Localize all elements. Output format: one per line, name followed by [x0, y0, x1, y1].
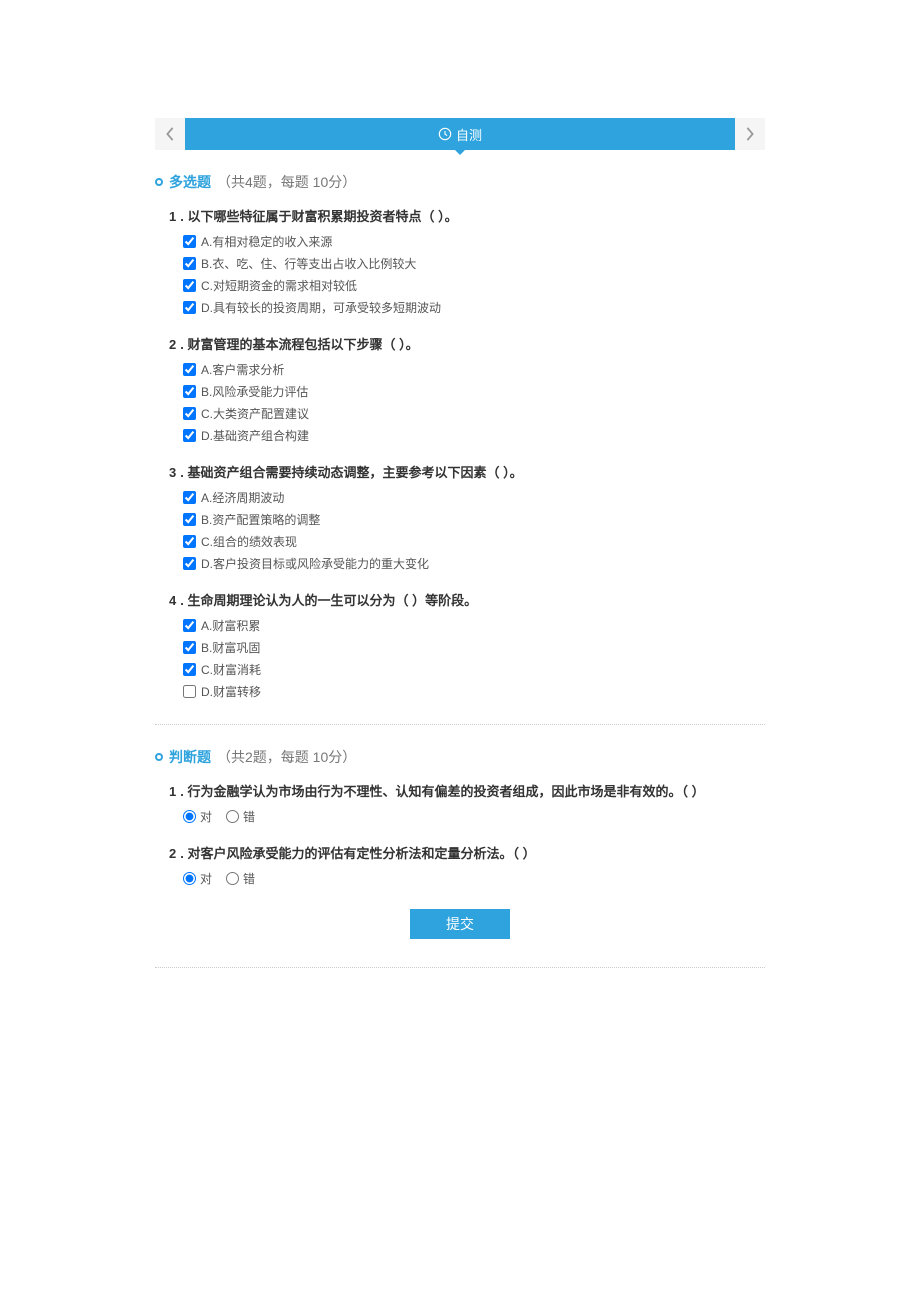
option-label: B.衣、吃、住、行等支出占收入比例较大 — [201, 255, 416, 272]
option-checkbox[interactable] — [183, 685, 196, 698]
option-checkbox[interactable] — [183, 301, 196, 314]
next-button[interactable] — [735, 118, 765, 150]
header-title: 自测 — [456, 125, 482, 144]
option-checkbox[interactable] — [183, 619, 196, 632]
option-label: C.财富消耗 — [201, 661, 261, 678]
option-checkbox[interactable] — [183, 491, 196, 504]
option-checkbox[interactable] — [183, 557, 196, 570]
question-block: 4. 生命周期理论认为人的一生可以分为（ ）等阶段。 A.财富积累 B.财富巩固… — [169, 590, 765, 700]
checkbox-option: C.对短期资金的需求相对较低 — [183, 277, 765, 294]
question-title: 2. 财富管理的基本流程包括以下步骤（ ）。 — [169, 334, 765, 353]
radio-label: 对 — [200, 870, 212, 887]
radio-label: 对 — [200, 808, 212, 825]
option-label: B.风险承受能力评估 — [201, 383, 308, 400]
question-block: 2. 对客户风险承受能力的评估有定性分析法和定量分析法。（ ） 对 错 — [169, 843, 765, 887]
option-checkbox[interactable] — [183, 257, 196, 270]
footer-divider — [155, 967, 765, 968]
checkbox-option: B.财富巩固 — [183, 639, 765, 656]
option-label: A.财富积累 — [201, 617, 260, 634]
section-divider — [155, 724, 765, 725]
checkbox-option: D.财富转移 — [183, 683, 765, 700]
option-checkbox[interactable] — [183, 429, 196, 442]
checkbox-option: A.财富积累 — [183, 617, 765, 634]
prev-button[interactable] — [155, 118, 185, 150]
section-sub: （共2题，每题 10分） — [217, 747, 356, 767]
checkbox-option: A.客户需求分析 — [183, 361, 765, 378]
radio-option-false: 错 — [226, 808, 255, 825]
option-label: D.财富转移 — [201, 683, 261, 700]
checkbox-option: B.风险承受能力评估 — [183, 383, 765, 400]
checkbox-option: C.大类资产配置建议 — [183, 405, 765, 422]
option-label: C.对短期资金的需求相对较低 — [201, 277, 357, 294]
radio-label: 错 — [243, 870, 255, 887]
checkbox-option: A.经济周期波动 — [183, 489, 765, 506]
radio-true[interactable] — [183, 810, 196, 823]
checkbox-option: D.具有较长的投资周期，可承受较多短期波动 — [183, 299, 765, 316]
option-checkbox[interactable] — [183, 641, 196, 654]
chevron-left-icon — [164, 127, 176, 141]
option-label: C.组合的绩效表现 — [201, 533, 297, 550]
option-label: B.资产配置策略的调整 — [201, 511, 320, 528]
checkbox-option: C.财富消耗 — [183, 661, 765, 678]
question-title: 1. 行为金融学认为市场由行为不理性、认知有偏差的投资者组成，因此市场是非有效的… — [169, 781, 765, 800]
option-checkbox[interactable] — [183, 279, 196, 292]
option-checkbox[interactable] — [183, 407, 196, 420]
radio-option-true: 对 — [183, 870, 212, 887]
section-name: 判断题 — [169, 747, 211, 767]
checkbox-option: C.组合的绩效表现 — [183, 533, 765, 550]
checkbox-option: A.有相对稳定的收入来源 — [183, 233, 765, 250]
option-checkbox[interactable] — [183, 363, 196, 376]
radio-true[interactable] — [183, 872, 196, 885]
section-sub: （共4题，每题 10分） — [217, 172, 356, 192]
question-block: 2. 财富管理的基本流程包括以下步骤（ ）。 A.客户需求分析 B.风险承受能力… — [169, 334, 765, 444]
question-block: 1. 以下哪些特征属于财富积累期投资者特点（ ）。 A.有相对稳定的收入来源 B… — [169, 206, 765, 316]
option-label: A.客户需求分析 — [201, 361, 284, 378]
bullet-icon — [155, 753, 163, 761]
option-label: A.经济周期波动 — [201, 489, 284, 506]
option-label: C.大类资产配置建议 — [201, 405, 309, 422]
radio-false[interactable] — [226, 810, 239, 823]
question-title: 4. 生命周期理论认为人的一生可以分为（ ）等阶段。 — [169, 590, 765, 609]
section-header-multichoice: 多选题 （共4题，每题 10分） — [155, 172, 765, 192]
option-checkbox[interactable] — [183, 663, 196, 676]
radio-option-true: 对 — [183, 808, 212, 825]
option-label: B.财富巩固 — [201, 639, 260, 656]
option-checkbox[interactable] — [183, 235, 196, 248]
submit-button[interactable]: 提交 — [410, 909, 510, 939]
checkbox-option: B.资产配置策略的调整 — [183, 511, 765, 528]
chevron-right-icon — [744, 127, 756, 141]
section-name: 多选题 — [169, 172, 211, 192]
question-title: 3. 基础资产组合需要持续动态调整，主要参考以下因素（ ）。 — [169, 462, 765, 481]
header-title-bar: 自测 — [185, 118, 735, 150]
checkbox-option: B.衣、吃、住、行等支出占收入比例较大 — [183, 255, 765, 272]
question-title: 1. 以下哪些特征属于财富积累期投资者特点（ ）。 — [169, 206, 765, 225]
radio-option-false: 错 — [226, 870, 255, 887]
checkbox-option: D.客户投资目标或风险承受能力的重大变化 — [183, 555, 765, 572]
header-bar: 自测 — [155, 118, 765, 150]
question-block: 1. 行为金融学认为市场由行为不理性、认知有偏差的投资者组成，因此市场是非有效的… — [169, 781, 765, 825]
option-checkbox[interactable] — [183, 385, 196, 398]
option-label: D.客户投资目标或风险承受能力的重大变化 — [201, 555, 429, 572]
option-checkbox[interactable] — [183, 513, 196, 526]
option-checkbox[interactable] — [183, 535, 196, 548]
option-label: D.基础资产组合构建 — [201, 427, 309, 444]
radio-false[interactable] — [226, 872, 239, 885]
question-block: 3. 基础资产组合需要持续动态调整，主要参考以下因素（ ）。 A.经济周期波动 … — [169, 462, 765, 572]
clock-icon — [438, 127, 452, 141]
bullet-icon — [155, 178, 163, 186]
option-label: D.具有较长的投资周期，可承受较多短期波动 — [201, 299, 441, 316]
question-title: 2. 对客户风险承受能力的评估有定性分析法和定量分析法。（ ） — [169, 843, 765, 862]
option-label: A.有相对稳定的收入来源 — [201, 233, 332, 250]
checkbox-option: D.基础资产组合构建 — [183, 427, 765, 444]
section-header-truefalse: 判断题 （共2题，每题 10分） — [155, 747, 765, 767]
radio-label: 错 — [243, 808, 255, 825]
